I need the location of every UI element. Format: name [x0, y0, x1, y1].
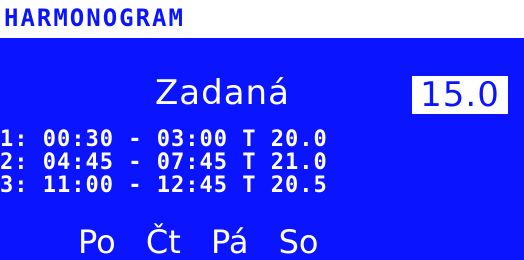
- day-pa[interactable]: Pá: [211, 224, 248, 260]
- setpoint-label: Zadaná: [155, 73, 290, 113]
- day-so[interactable]: So: [279, 224, 319, 260]
- row-temperature: 20.5: [270, 173, 328, 198]
- row-separator: -: [128, 127, 143, 152]
- row-start-time: 04:45: [42, 150, 114, 175]
- row-end-time: 07:45: [156, 150, 228, 175]
- page-title: HARMONOGRAM: [4, 4, 185, 32]
- row-start-time: 11:00: [42, 173, 114, 198]
- schedule-row-1[interactable]: 1: 00:30 - 03:00 T 20.0: [0, 128, 430, 151]
- schedule-panel: Zadaná 15.0 1: 00:30 - 03:00 T 20.0 2: 0…: [0, 38, 524, 260]
- day-ct[interactable]: Čt: [146, 224, 181, 260]
- schedule-list: 1: 00:30 - 03:00 T 20.0 2: 04:45 - 07:45…: [0, 128, 430, 197]
- row-temperature: 20.0: [270, 127, 328, 152]
- row-index: 1:: [0, 127, 29, 152]
- row-separator: -: [128, 173, 143, 198]
- row-index: 3:: [0, 173, 29, 198]
- row-end-time: 03:00: [156, 127, 228, 152]
- row-temperature: 21.0: [270, 150, 328, 175]
- row-temp-label: T: [242, 150, 257, 175]
- row-end-time: 12:45: [156, 173, 228, 198]
- schedule-row-2[interactable]: 2: 04:45 - 07:45 T 21.0: [0, 151, 430, 174]
- schedule-row-3[interactable]: 3: 11:00 - 12:45 T 20.5: [0, 174, 430, 197]
- row-temp-label: T: [242, 173, 257, 198]
- thermostat-screen: HARMONOGRAM Zadaná 15.0 1: 00:30 - 03:00…: [0, 0, 524, 260]
- row-index: 2:: [0, 150, 29, 175]
- weekday-selector: Po Čt Pá So: [78, 224, 339, 260]
- setpoint-value[interactable]: 15.0: [412, 76, 508, 114]
- row-temp-label: T: [242, 127, 257, 152]
- row-separator: -: [128, 150, 143, 175]
- row-start-time: 00:30: [42, 127, 114, 152]
- day-po[interactable]: Po: [78, 224, 116, 260]
